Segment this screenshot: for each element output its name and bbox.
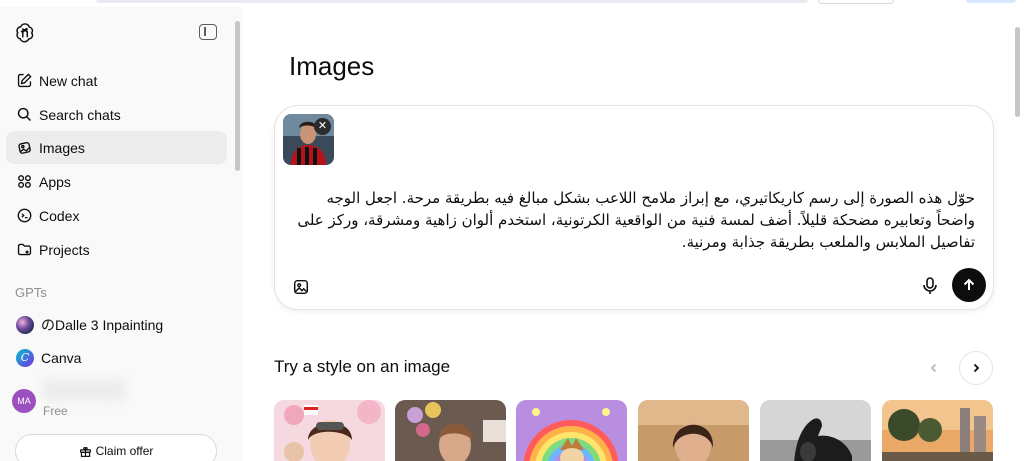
user-name-redacted	[42, 379, 126, 401]
sidebar-item-label: Codex	[39, 207, 80, 224]
sidebar: New chat Search chats Images Apps Codex	[0, 7, 243, 461]
main-scrollbar[interactable]	[1015, 27, 1020, 117]
style-card-cityscape[interactable]	[882, 400, 993, 461]
chevron-right-icon	[973, 363, 980, 373]
style-card-party[interactable]	[395, 400, 506, 461]
claim-offer-label: Claim offer	[95, 444, 154, 458]
sidebar-item-projects[interactable]: Projects	[6, 233, 227, 266]
style-card-anime[interactable]	[274, 400, 385, 461]
style-card-monochrome[interactable]	[760, 400, 871, 461]
page-title: Images	[289, 51, 375, 81]
avatar: MA	[12, 389, 36, 413]
gpts-heading: GPTs	[15, 285, 47, 300]
apps-icon	[16, 173, 33, 190]
dalle-avatar-icon	[16, 315, 34, 334]
gift-icon	[79, 446, 91, 457]
openai-logo-icon[interactable]	[14, 21, 36, 43]
microphone-icon[interactable]	[921, 276, 939, 296]
sidebar-scrollbar[interactable]	[235, 21, 240, 171]
carousel-prev-button[interactable]	[917, 351, 951, 385]
top-accent-edge	[966, 0, 1016, 3]
sidebar-item-label: Images	[39, 139, 85, 156]
address-bar-edge	[96, 0, 808, 3]
app-window: New chat Search chats Images Apps Codex	[0, 0, 1024, 461]
images-icon	[16, 139, 33, 156]
search-icon	[16, 106, 33, 123]
folder-icon	[16, 241, 33, 258]
sidebar-gpt-dalle[interactable]: のDalle 3 Inpainting	[6, 308, 227, 341]
carousel-next-button[interactable]	[959, 351, 993, 385]
remove-attachment-button[interactable]: ✕	[314, 118, 331, 135]
sidebar-item-label: のDalle 3 Inpainting	[41, 316, 164, 333]
main-content: Images ✕ حوّل هذه الصورة إلى رسم كاريكات…	[243, 7, 1024, 461]
arrow-up-icon	[963, 278, 975, 290]
sidebar-item-label: Apps	[39, 173, 71, 190]
user-profile[interactable]: MA Free	[6, 377, 227, 425]
style-card-rainbow[interactable]	[516, 400, 627, 461]
canva-avatar-icon: C	[16, 348, 34, 367]
sidebar-item-apps[interactable]: Apps	[6, 165, 227, 198]
sidebar-item-label: New chat	[39, 72, 98, 89]
codex-icon	[16, 207, 33, 224]
style-card-portrait[interactable]	[638, 400, 749, 461]
add-image-icon[interactable]	[292, 278, 310, 296]
sidebar-item-search-chats[interactable]: Search chats	[6, 98, 227, 131]
claim-offer-button[interactable]: Claim offer	[15, 434, 217, 461]
send-button[interactable]	[952, 268, 986, 302]
user-plan: Free	[43, 404, 68, 418]
sidebar-item-label: Search chats	[39, 106, 121, 123]
edit-icon	[16, 72, 33, 89]
top-button-edge	[818, 0, 894, 4]
sidebar-item-label: Canva	[41, 349, 82, 366]
chevron-left-icon	[930, 363, 937, 373]
sidebar-item-new-chat[interactable]: New chat	[6, 64, 227, 97]
sidebar-item-codex[interactable]: Codex	[6, 199, 227, 232]
sidebar-item-images[interactable]: Images	[6, 131, 227, 164]
sidebar-gpt-canva[interactable]: C Canva	[6, 341, 227, 374]
prompt-input[interactable]: حوّل هذه الصورة إلى رسم كاريكاتيري، مع إ…	[295, 187, 975, 253]
styles-section-title: Try a style on an image	[274, 357, 451, 376]
prompt-composer[interactable]: ✕ حوّل هذه الصورة إلى رسم كاريكاتيري، مع…	[274, 105, 994, 310]
sidebar-toggle-icon[interactable]	[199, 24, 217, 40]
top-strip	[0, 0, 1024, 7]
sidebar-item-label: Projects	[39, 241, 90, 258]
